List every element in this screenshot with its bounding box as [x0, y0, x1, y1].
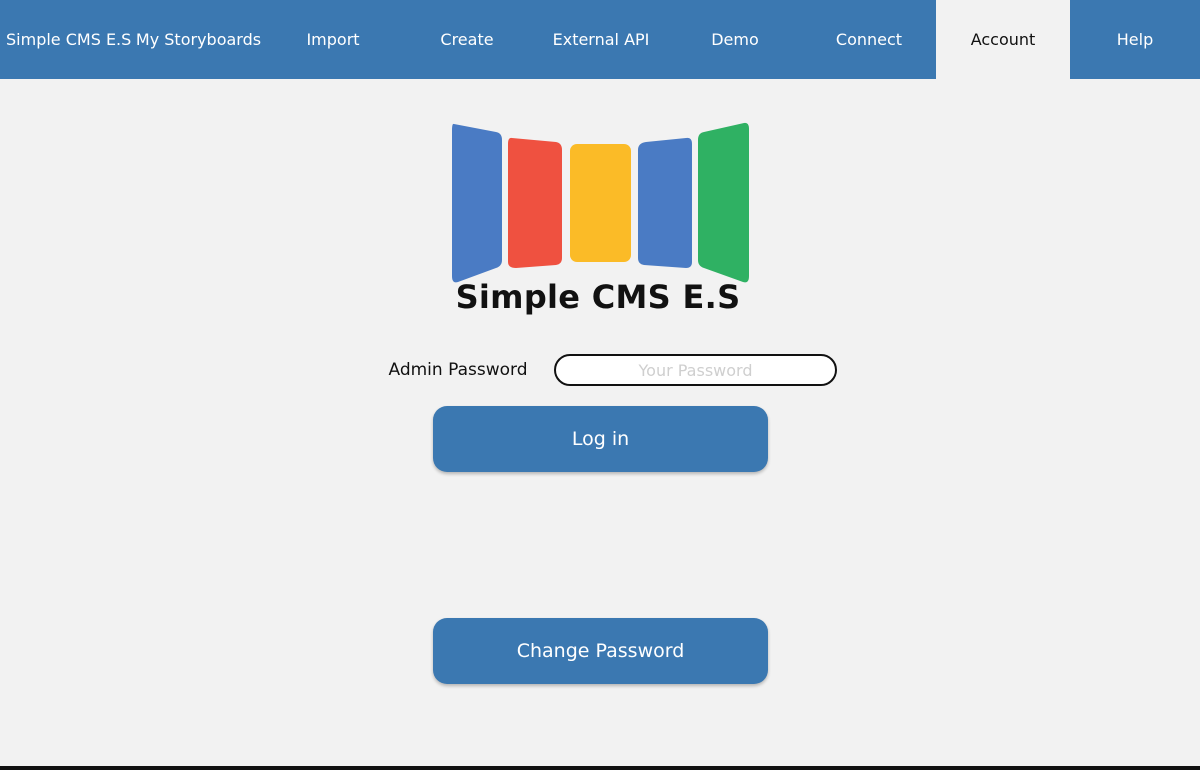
logo-panel-green: [698, 122, 749, 283]
logo-panel-yellow: [570, 144, 631, 262]
nav-tab-help[interactable]: Help: [1070, 0, 1200, 79]
app-window: Simple CMS E.S My Storyboards Import Cre…: [0, 0, 1200, 770]
logo-panel-red: [508, 137, 562, 268]
change-password-button[interactable]: Change Password: [433, 618, 768, 684]
logo-title: Simple CMS E.S: [455, 278, 741, 316]
nav-brand[interactable]: Simple CMS E.S: [0, 0, 132, 79]
password-input[interactable]: [554, 354, 837, 386]
nav-tab-demo[interactable]: Demo: [668, 0, 802, 79]
admin-password-label: Admin Password: [388, 360, 528, 380]
logo-panel-blue-left: [452, 123, 502, 283]
nav-tab-external-api[interactable]: External API: [534, 0, 668, 79]
bottom-edge-bar: [0, 766, 1200, 770]
top-nav-bar: Simple CMS E.S My Storyboards Import Cre…: [0, 0, 1200, 79]
nav-tab-import[interactable]: Import: [266, 0, 400, 79]
login-button[interactable]: Log in: [433, 406, 768, 472]
app-logo-icon: [452, 122, 749, 283]
nav-tab-account[interactable]: Account: [936, 0, 1070, 79]
logo-panel-blue-right: [638, 137, 692, 268]
nav-tab-my-storyboards[interactable]: My Storyboards: [132, 0, 265, 79]
nav-tab-connect[interactable]: Connect: [802, 0, 936, 79]
nav-tab-create[interactable]: Create: [400, 0, 534, 79]
